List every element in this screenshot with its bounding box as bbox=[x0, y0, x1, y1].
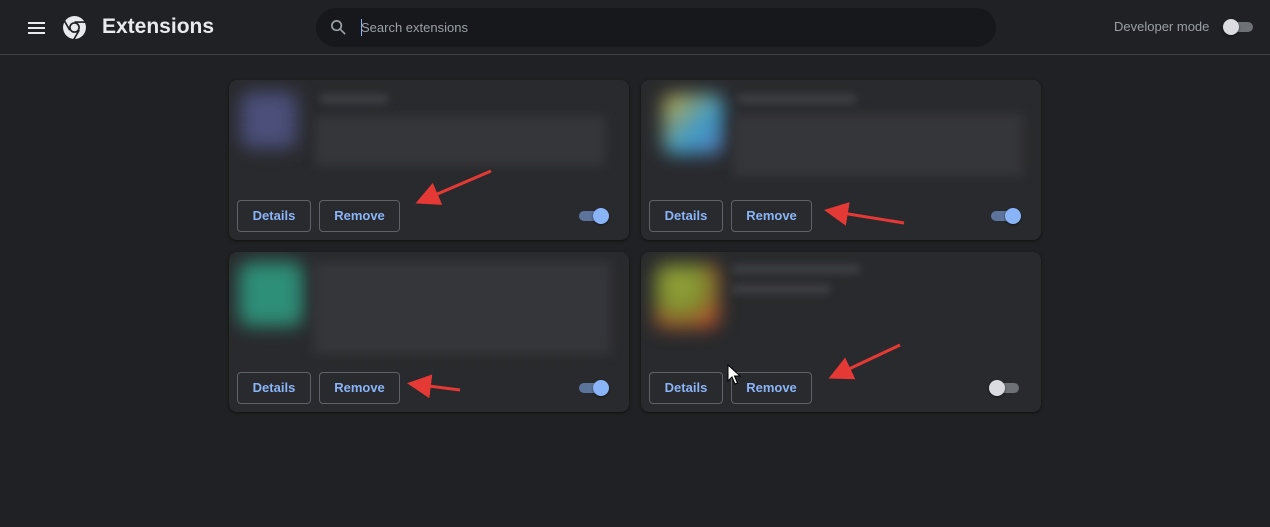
mouse-cursor-icon bbox=[727, 364, 741, 385]
annotation-arrow bbox=[828, 343, 901, 380]
annotation-arrows bbox=[407, 169, 905, 399]
annotation-arrow bbox=[415, 169, 492, 205]
annotation-arrow bbox=[824, 202, 905, 226]
annotation-arrow bbox=[407, 374, 461, 399]
